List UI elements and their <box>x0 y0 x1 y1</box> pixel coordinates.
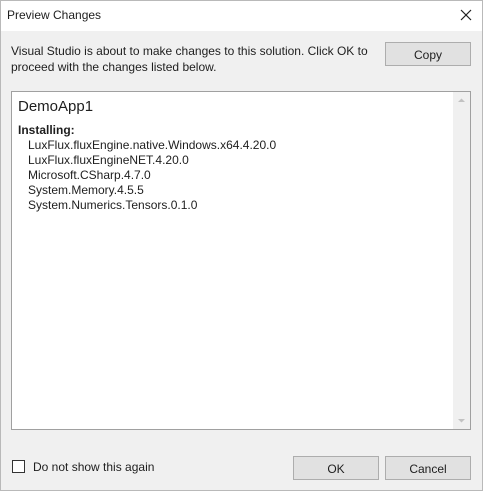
title-bar[interactable]: Preview Changes <box>1 1 482 31</box>
package-item: LuxFlux.fluxEngineNET.4.20.0 <box>28 153 189 167</box>
preview-changes-dialog: Preview Changes Visual Studio is about t… <box>0 0 483 491</box>
do-not-show-again-checkbox[interactable] <box>12 460 25 473</box>
ok-button[interactable]: OK <box>293 456 379 480</box>
cancel-button[interactable]: Cancel <box>385 456 471 480</box>
window-title: Preview Changes <box>7 8 102 22</box>
changes-list[interactable]: DemoApp1 Installing: LuxFlux.fluxEngine.… <box>11 91 471 430</box>
package-item: Microsoft.CSharp.4.7.0 <box>28 168 151 182</box>
do-not-show-again-label: Do not show this again <box>33 460 155 474</box>
scroll-down-icon[interactable] <box>453 412 470 429</box>
vertical-scrollbar[interactable] <box>453 92 470 429</box>
package-item: System.Memory.4.5.5 <box>28 183 144 197</box>
info-message: Visual Studio is about to make changes t… <box>11 44 368 74</box>
dialog-body: Visual Studio is about to make changes t… <box>1 31 482 490</box>
changes-content: DemoApp1 Installing: LuxFlux.fluxEngine.… <box>18 98 450 213</box>
package-item: System.Numerics.Tensors.0.1.0 <box>28 198 198 212</box>
close-icon[interactable] <box>458 7 474 23</box>
project-name: DemoApp1 <box>18 98 94 115</box>
scroll-track[interactable] <box>453 109 470 412</box>
copy-button[interactable]: Copy <box>385 42 471 66</box>
scroll-up-icon[interactable] <box>453 92 470 109</box>
action-heading: Installing: <box>18 123 75 137</box>
package-item: LuxFlux.fluxEngine.native.Windows.x64.4.… <box>28 138 277 152</box>
